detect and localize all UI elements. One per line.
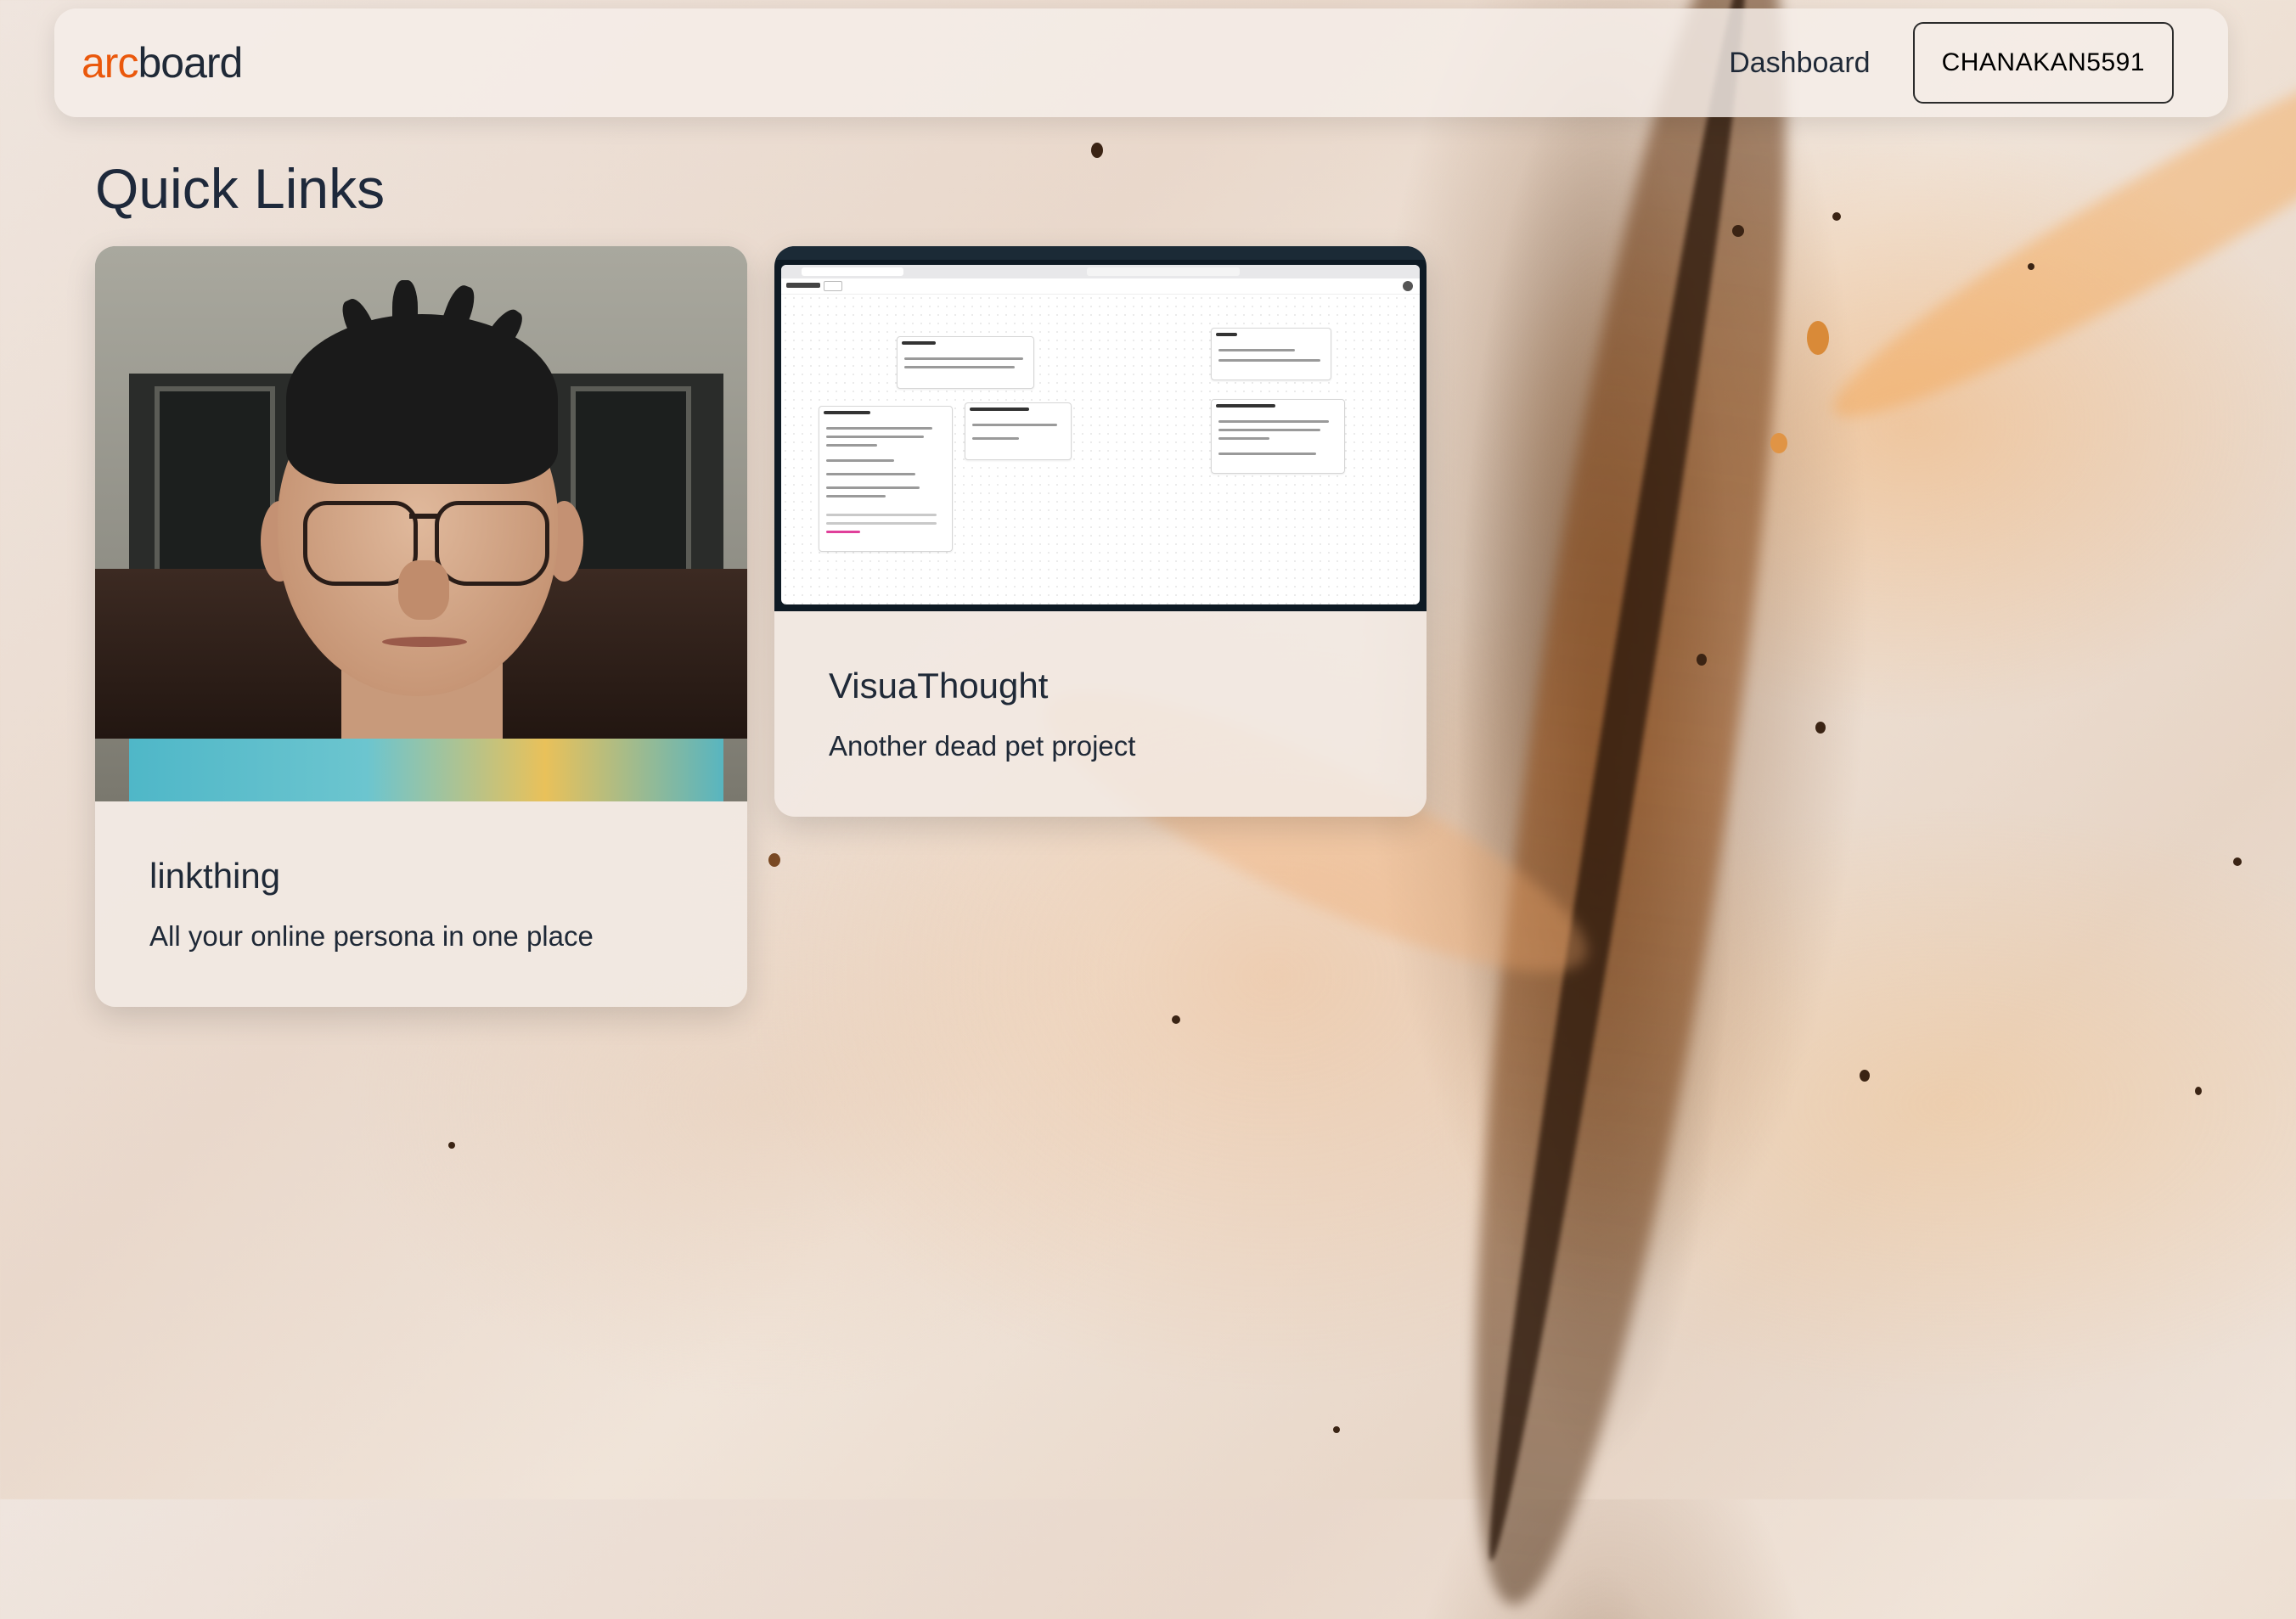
logo-text: board bbox=[138, 39, 243, 87]
background-dot bbox=[1172, 1015, 1180, 1024]
background-dot bbox=[1807, 321, 1829, 355]
quick-link-card-linkthing[interactable]: linkthing All your online persona in one… bbox=[95, 246, 747, 1007]
background-dot bbox=[1333, 1426, 1340, 1433]
background-dot bbox=[768, 853, 780, 867]
user-account-button[interactable]: CHANAKAN5591 bbox=[1912, 22, 2174, 104]
card-description: Another dead pet project bbox=[829, 730, 1136, 762]
card-body: linkthing All your online persona in one… bbox=[95, 801, 747, 1007]
background-dot bbox=[1832, 212, 1841, 221]
background-dot bbox=[2028, 263, 2034, 270]
card-image-webcam-portrait bbox=[95, 246, 747, 801]
logo-accent: arc bbox=[82, 39, 138, 87]
background-dot bbox=[2233, 857, 2242, 866]
background-dot bbox=[1091, 143, 1103, 158]
background-dot bbox=[1697, 654, 1707, 666]
card-description: All your online persona in one place bbox=[149, 920, 594, 952]
nav-right: Dashboard CHANAKAN5591 bbox=[1729, 22, 2174, 104]
card-title: linkthing bbox=[149, 856, 281, 896]
background-dot bbox=[1732, 225, 1744, 237]
background-dot bbox=[448, 1142, 455, 1149]
background-dot bbox=[1770, 433, 1787, 453]
background-dot bbox=[1815, 722, 1826, 734]
nav-link-dashboard[interactable]: Dashboard bbox=[1729, 47, 1870, 80]
page-title: Quick Links bbox=[95, 157, 385, 220]
background-dot bbox=[2195, 1087, 2202, 1095]
card-image-app-screenshot bbox=[774, 246, 1427, 611]
logo[interactable]: arcboard bbox=[82, 38, 243, 87]
top-navbar: arcboard Dashboard CHANAKAN5591 bbox=[54, 8, 2228, 117]
card-title: VisuaThought bbox=[829, 666, 1049, 706]
background-streak bbox=[1470, 0, 1765, 1565]
card-body: VisuaThought Another dead pet project bbox=[774, 611, 1427, 817]
background-dot bbox=[1860, 1070, 1870, 1082]
background-streak bbox=[1410, 0, 1850, 1619]
quick-link-card-visuathought[interactable]: VisuaThought Another dead pet project bbox=[774, 246, 1427, 817]
